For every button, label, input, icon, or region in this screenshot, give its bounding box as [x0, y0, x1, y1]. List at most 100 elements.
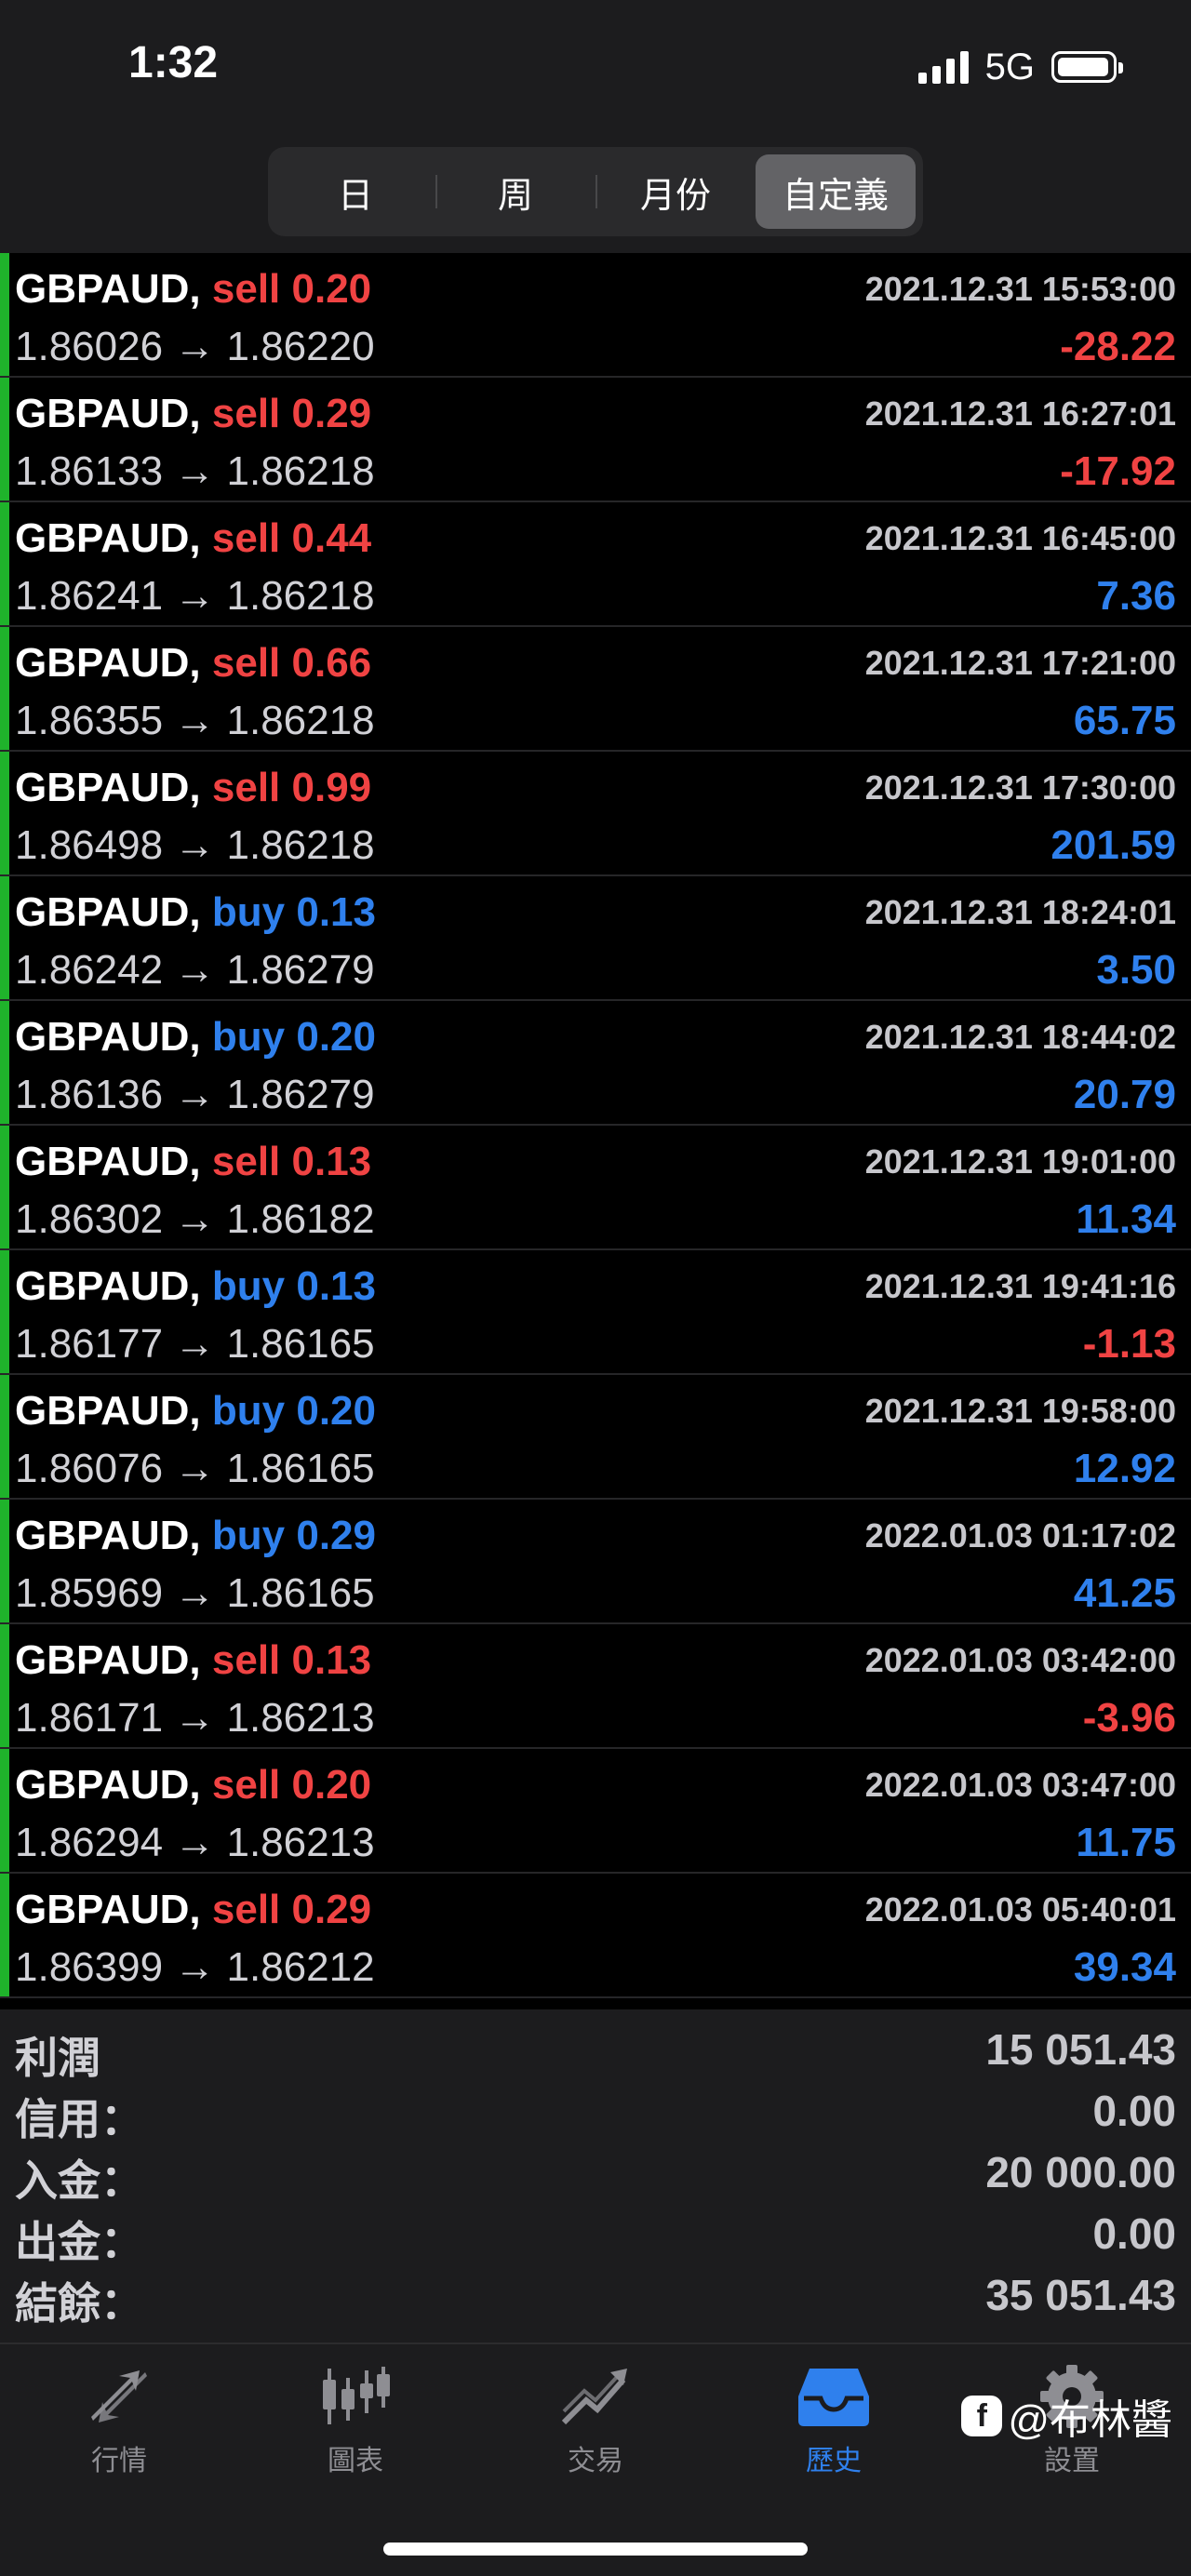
trade-volume: 0.20	[296, 1388, 376, 1434]
trade-side: sell	[211, 515, 281, 561]
trade-side: buy	[211, 1263, 286, 1309]
trade-profit: 39.34	[1073, 1944, 1176, 1990]
trade-profit: 12.92	[1073, 1446, 1176, 1491]
summary-value: 0.00	[1092, 2087, 1176, 2135]
trade-row[interactable]: GBPAUD, sell 0.66 2021.12.31 17:21:00 1.86…	[0, 627, 1191, 752]
trade-row[interactable]: GBPAUD, sell 0.13 2021.12.31 19:01:00 1.86…	[0, 1126, 1191, 1250]
facebook-logo-icon: f	[961, 2396, 1003, 2436]
trade-title: GBPAUD, sell 0.13	[15, 1139, 371, 1185]
account-summary: 利潤 15 051.43 信用： 0.00 入金： 20 000.00 出金： 0.00 結餘：…	[0, 2009, 1191, 2342]
trade-side-volume: sell 0.29	[212, 391, 371, 436]
trade-datetime: 2022.01.03 03:47:00	[864, 1766, 1176, 1804]
trade-side: buy	[211, 1513, 286, 1558]
trade-volume: 0.29	[291, 1887, 372, 1932]
trade-volume: 0.29	[296, 1513, 376, 1558]
trade-symbol: GBPAUD,	[15, 765, 201, 810]
trade-title: GBPAUD, sell 0.29	[15, 1887, 371, 1933]
trade-profit: 7.36	[1096, 573, 1176, 619]
trade-row[interactable]: GBPAUD, buy 0.29 2022.01.03 01:17:02 1.859…	[0, 1500, 1191, 1624]
period-tab-day[interactable]: 日	[275, 154, 435, 229]
trade-symbol: GBPAUD,	[15, 1014, 201, 1060]
trade-profit: 11.34	[1076, 1196, 1176, 1242]
trade-title: GBPAUD, sell 0.66	[15, 640, 371, 687]
trade-row[interactable]: GBPAUD, sell 0.29 2021.12.31 16:27:01 1.86…	[0, 378, 1191, 502]
trade-symbol: GBPAUD,	[15, 1762, 201, 1808]
trade-side: sell	[211, 765, 281, 810]
trade-trend-icon	[561, 2369, 627, 2425]
trade-profit: 3.50	[1096, 947, 1176, 993]
trade-datetime: 2021.12.31 19:41:16	[864, 1267, 1176, 1305]
trade-prices: 1.86133 → 1.86218	[15, 448, 375, 494]
trade-prices: 1.86026 → 1.86220	[15, 324, 375, 369]
trade-row[interactable]: GBPAUD, buy 0.13 2021.12.31 18:24:01 1.862…	[0, 876, 1191, 1001]
period-tab-week[interactable]: 周	[435, 154, 596, 229]
trade-row[interactable]: GBPAUD, buy 0.13 2021.12.31 19:41:16 1.861…	[0, 1250, 1191, 1375]
trade-side: sell	[211, 1887, 281, 1932]
trade-side-volume: sell 0.13	[212, 1139, 371, 1184]
tab-chart[interactable]: 圖表	[281, 2363, 430, 2478]
trade-volume: 0.99	[291, 765, 372, 810]
trade-symbol: GBPAUD,	[15, 1887, 201, 1932]
trade-side: sell	[211, 266, 281, 312]
trade-profit: 20.79	[1073, 1072, 1176, 1117]
trade-symbol: GBPAUD,	[15, 1513, 201, 1558]
signal-strength-icon	[917, 50, 969, 84]
trade-side: sell	[211, 391, 281, 436]
trade-symbol: GBPAUD,	[15, 640, 201, 686]
quotes-arrows-icon	[91, 2370, 147, 2423]
trade-volume: 0.13	[296, 1263, 376, 1309]
trade-row[interactable]: GBPAUD, buy 0.20 2021.12.31 18:44:02 1.861…	[0, 1001, 1191, 1126]
period-segmented-control: 日 周 月份 自定義	[268, 147, 923, 236]
tab-trade-label: 交易	[568, 2446, 623, 2476]
trade-prices: 1.86136 → 1.86279	[15, 1072, 375, 1117]
summary-value: 15 051.43	[985, 2025, 1176, 2074]
summary-value: 20 000.00	[985, 2148, 1176, 2196]
trade-symbol: GBPAUD,	[15, 1139, 201, 1184]
trade-side-volume: sell 0.44	[212, 515, 371, 561]
trade-prices: 1.86076 → 1.86165	[15, 1446, 375, 1491]
trade-row[interactable]: GBPAUD, sell 0.29 2022.01.03 05:40:01 1.86…	[0, 1874, 1191, 1998]
trade-row[interactable]: GBPAUD, sell 0.13 2022.01.03 03:42:00 1.86…	[0, 1624, 1191, 1749]
trade-datetime: 2021.12.31 18:24:01	[864, 893, 1176, 931]
trade-side-volume: sell 0.66	[212, 640, 371, 686]
trade-datetime: 2022.01.03 05:40:01	[864, 1890, 1176, 1929]
tab-trade[interactable]: 交易	[521, 2363, 670, 2478]
trade-row[interactable]: GBPAUD, sell 0.44 2021.12.31 16:45:00 1.86…	[0, 502, 1191, 627]
trade-datetime: 2021.12.31 16:27:01	[864, 394, 1176, 433]
trade-symbol: GBPAUD,	[15, 515, 201, 561]
battery-icon	[1051, 51, 1123, 83]
trade-datetime: 2021.12.31 18:44:02	[864, 1018, 1176, 1056]
trade-profit: -28.22	[1060, 324, 1176, 369]
trade-history-list: GBPAUD, sell 0.20 2021.12.31 15:53:00 1.86…	[0, 253, 1191, 1998]
tab-quotes[interactable]: 行情	[45, 2363, 194, 2478]
trade-row[interactable]: GBPAUD, buy 0.20 2021.12.31 19:58:00 1.860…	[0, 1375, 1191, 1500]
summary-label: 入金：	[15, 2156, 143, 2205]
trade-prices: 1.86242 → 1.86279	[15, 947, 375, 993]
trade-volume: 0.20	[291, 266, 372, 312]
trade-side: buy	[211, 1014, 286, 1060]
summary-row: 信用： 0.00	[0, 2082, 1191, 2143]
trade-side: sell	[211, 1637, 281, 1683]
trade-side-volume: buy 0.13	[212, 1263, 376, 1309]
trade-volume: 0.13	[296, 889, 376, 935]
tab-history[interactable]: 歷史	[759, 2363, 908, 2478]
summary-label: 出金：	[15, 2218, 143, 2266]
period-tab-custom[interactable]: 自定義	[756, 154, 916, 229]
trade-datetime: 2021.12.31 17:21:00	[864, 644, 1176, 682]
tab-history-label: 歷史	[806, 2446, 862, 2476]
tab-quotes-label: 行情	[91, 2446, 147, 2476]
trade-title: GBPAUD, buy 0.13	[15, 1263, 376, 1310]
history-inbox-icon	[798, 2369, 869, 2426]
trade-profit: 11.75	[1076, 1820, 1176, 1865]
summary-label: 利潤	[15, 2034, 100, 2082]
trade-title: GBPAUD, buy 0.29	[15, 1513, 376, 1559]
trade-row[interactable]: GBPAUD, sell 0.99 2021.12.31 17:30:00 1.86…	[0, 752, 1191, 876]
trade-side-volume: buy 0.20	[212, 1388, 376, 1434]
trade-row[interactable]: GBPAUD, sell 0.20 2022.01.03 03:47:00 1.86…	[0, 1749, 1191, 1874]
trade-profit: 65.75	[1073, 698, 1176, 743]
trade-title: GBPAUD, sell 0.13	[15, 1637, 371, 1684]
trade-row[interactable]: GBPAUD, sell 0.20 2021.12.31 15:53:00 1.86…	[0, 253, 1191, 378]
period-tab-month[interactable]: 月份	[596, 154, 756, 229]
summary-row: 結餘： 35 051.43	[0, 2266, 1191, 2328]
trade-prices: 1.86302 → 1.86182	[15, 1196, 375, 1242]
